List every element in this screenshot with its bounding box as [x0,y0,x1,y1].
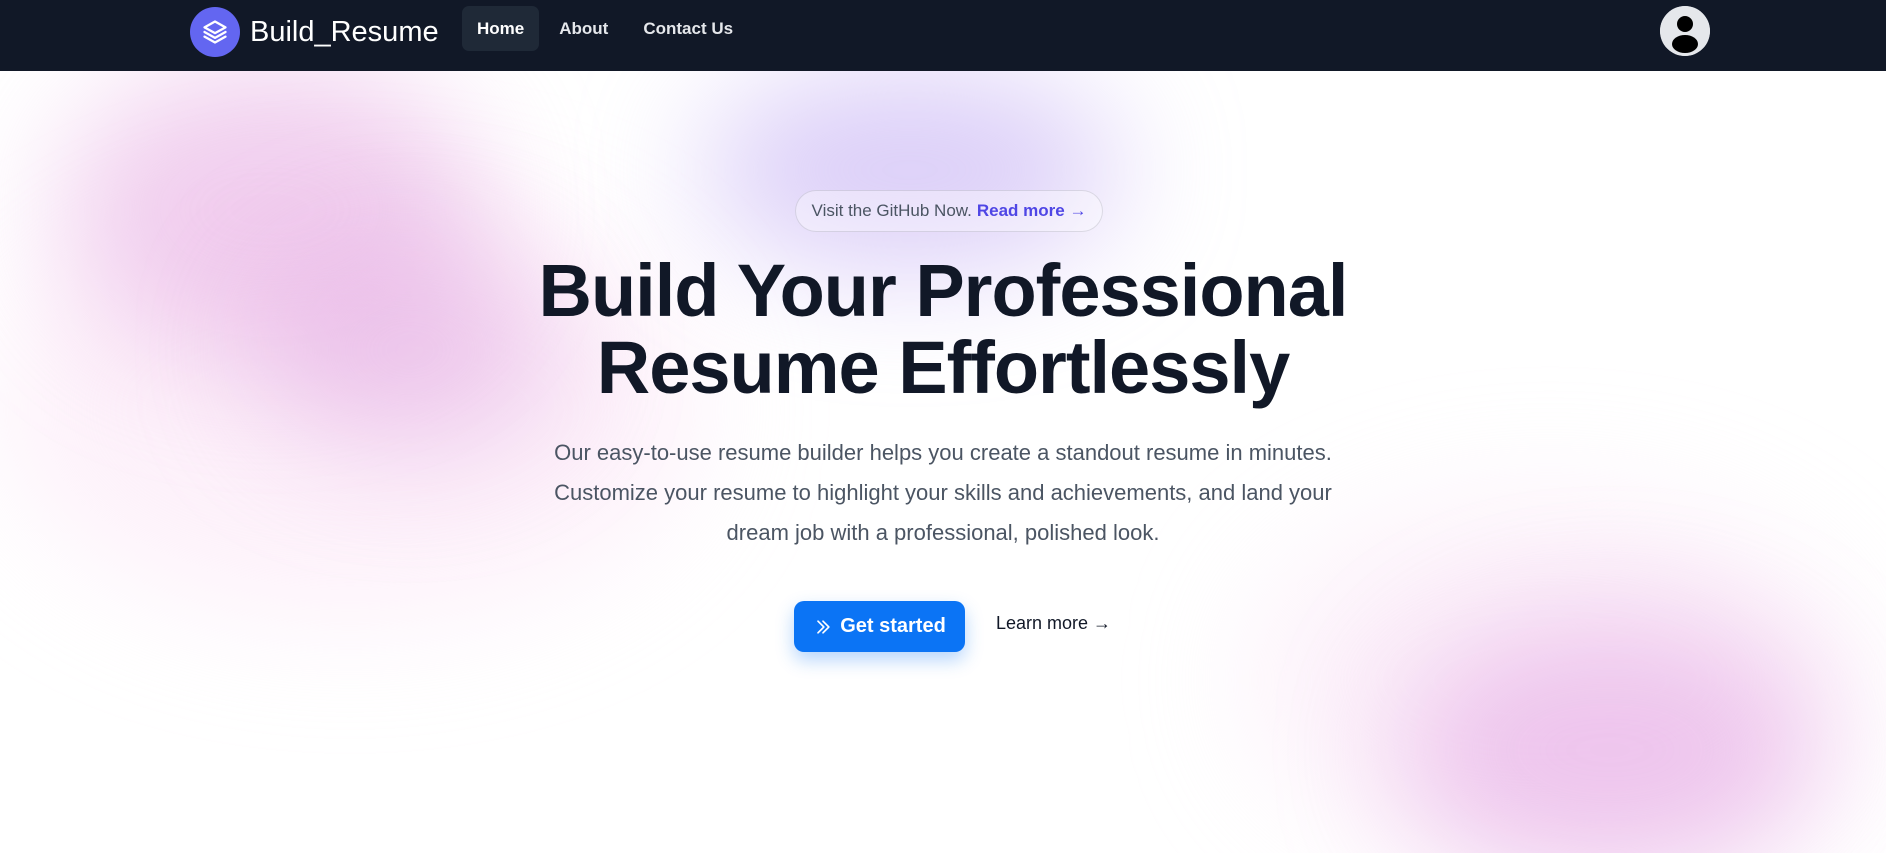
brand-name: Build_Resume [250,15,439,48]
hero-description: Our easy-to-use resume builder helps you… [554,440,1332,545]
navbar: Build_Resume Home About Contact Us [0,0,1886,71]
learn-more-link[interactable]: Learn more → [996,613,1111,634]
get-started-button[interactable]: Get started [794,601,965,652]
headline-line-2: Resume Effortlessly [596,326,1290,409]
announcement-text: Visit the GitHub Now. [811,201,972,220]
hero-headline: Build Your Professional Resume Effortles… [443,252,1443,406]
chevrons-right-icon [813,617,833,637]
announcement-pill: Visit the GitHub Now. Read more → [795,190,1103,232]
hero-section: Visit the GitHub Now. Read more → Build … [0,71,1886,853]
headline-line-1: Build Your Professional [538,249,1349,332]
read-more-link[interactable]: Read more → [977,201,1087,221]
nav-item-about[interactable]: About [544,6,623,51]
main-nav: Home About Contact Us [462,6,753,51]
get-started-label: Get started [840,615,946,637]
page: Build_Resume Home About Contact Us Visit… [0,0,1886,853]
layers-icon [190,7,240,57]
nav-item-contact-us[interactable]: Contact Us [628,6,748,51]
brand-logo[interactable]: Build_Resume [190,7,439,57]
nav-item-home[interactable]: Home [462,6,540,51]
user-avatar-icon[interactable] [1660,6,1710,56]
